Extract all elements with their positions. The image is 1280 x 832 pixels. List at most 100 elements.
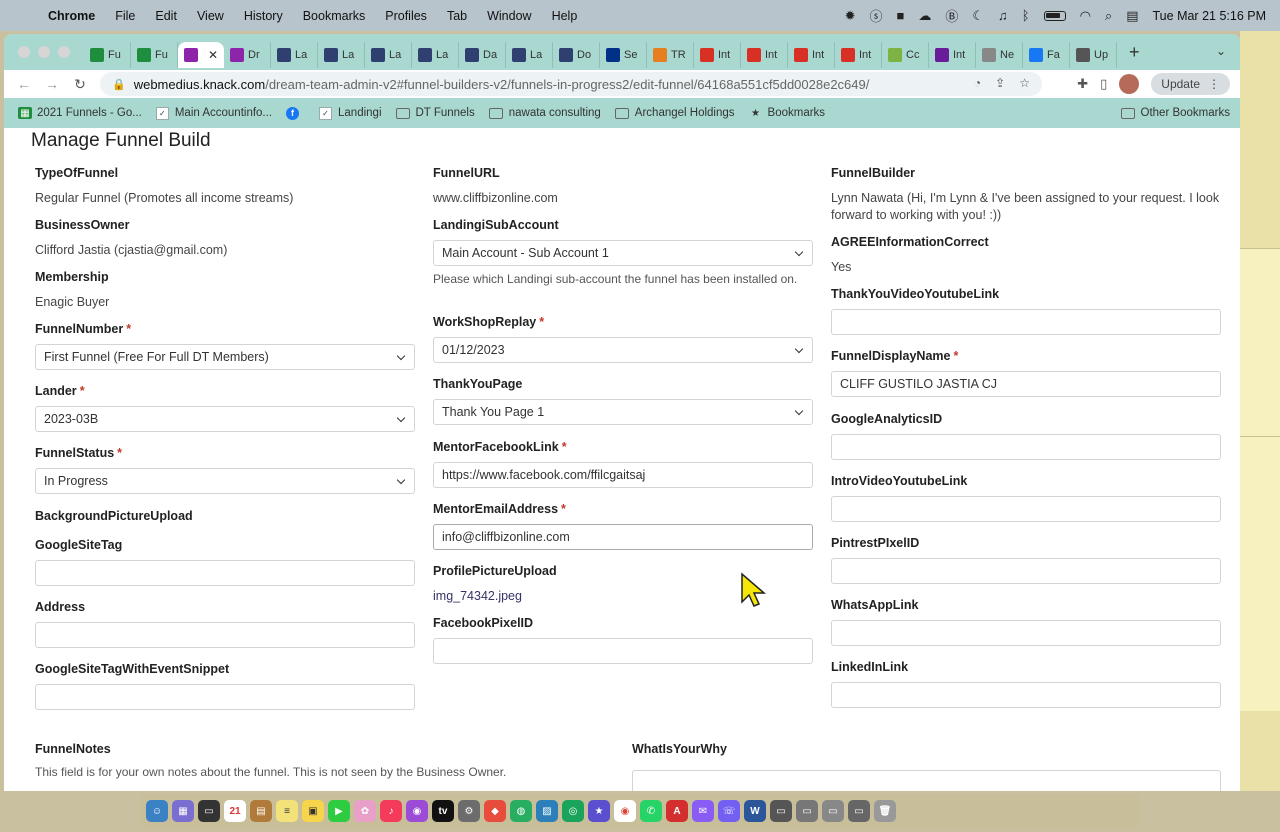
- bluetooth-icon[interactable]: ᛒ: [1022, 8, 1030, 23]
- menu-bookmarks[interactable]: Bookmarks: [303, 9, 366, 23]
- browser-tab[interactable]: Da: [459, 42, 506, 68]
- control-center-icon[interactable]: ▤: [1126, 8, 1138, 24]
- new-tab-button[interactable]: +: [1129, 42, 1140, 63]
- minimized-window-icon[interactable]: ▭: [796, 800, 818, 822]
- menu-history[interactable]: History: [244, 9, 283, 23]
- what-is-your-why-textarea[interactable]: [632, 770, 1221, 791]
- music-icon[interactable]: ♪: [380, 800, 402, 822]
- funnel-status-select[interactable]: In Progress: [35, 468, 415, 494]
- bookmark-facebook[interactable]: f: [286, 106, 305, 120]
- update-button[interactable]: Update ⋮: [1151, 73, 1230, 95]
- browser-tab[interactable]: Int: [788, 42, 835, 68]
- minimized-window-icon[interactable]: ▭: [770, 800, 792, 822]
- browser-tab[interactable]: Do: [553, 42, 600, 68]
- word-icon[interactable]: W: [744, 800, 766, 822]
- back-button[interactable]: ←: [10, 76, 38, 92]
- menu-window[interactable]: Window: [487, 9, 531, 23]
- pinterest-pixel-id-input[interactable]: [831, 558, 1221, 584]
- mentor-facebook-link-input[interactable]: https://www.facebook.com/ffilcgaitsaj: [433, 462, 813, 488]
- chrome-icon[interactable]: ◉: [614, 800, 636, 822]
- mission-control-icon[interactable]: ▭: [198, 800, 220, 822]
- lander-select[interactable]: 2023-03B: [35, 406, 415, 432]
- browser-tab[interactable]: La: [506, 42, 553, 68]
- search-icon[interactable]: ⌕: [1105, 8, 1112, 24]
- browser-tab[interactable]: La: [318, 42, 365, 68]
- preview-icon[interactable]: ▨: [536, 800, 558, 822]
- settings-icon[interactable]: ⚙: [458, 800, 480, 822]
- browser-tab[interactable]: Fa: [1023, 42, 1070, 68]
- profile-avatar[interactable]: [1119, 74, 1140, 94]
- bookmark-dt-funnels[interactable]: DT Funnels: [395, 107, 475, 119]
- menu-profiles[interactable]: Profiles: [385, 9, 427, 23]
- moon-icon[interactable]: ☾: [972, 8, 984, 24]
- landingi-sub-account-select[interactable]: Main Account - Sub Account 1: [433, 240, 813, 266]
- bookmark-other-bookmarks[interactable]: Other Bookmarks: [1120, 98, 1230, 128]
- star-app-icon[interactable]: ★: [588, 800, 610, 822]
- performance-icon[interactable]: ◔: [974, 76, 981, 90]
- share-icon[interactable]: ⇪: [995, 76, 1005, 90]
- thank-you-page-select[interactable]: Thank You Page 1: [433, 399, 813, 425]
- acrobat-icon[interactable]: A: [666, 800, 688, 822]
- address-input[interactable]: [35, 622, 415, 648]
- mentor-email-address-input[interactable]: info@cliffbizonline.com: [433, 524, 813, 550]
- calendar-icon[interactable]: 21: [224, 800, 246, 822]
- browser-tab[interactable]: TR: [647, 42, 694, 68]
- browser-tab[interactable]: Int: [929, 42, 976, 68]
- bookmark-landingi[interactable]: ✓ Landingi: [319, 106, 382, 120]
- linkedin-link-input[interactable]: [831, 682, 1221, 708]
- trash-icon[interactable]: 🗑: [874, 800, 896, 822]
- browser-tab[interactable]: Ne: [976, 42, 1023, 68]
- notes-icon[interactable]: ≡: [276, 800, 298, 822]
- intro-video-input[interactable]: [831, 496, 1221, 522]
- browser-tab[interactable]: Se: [600, 42, 647, 68]
- app-icon[interactable]: ◍: [510, 800, 532, 822]
- funnel-number-select[interactable]: First Funnel (Free For Full DT Members): [35, 344, 415, 370]
- app-icon[interactable]: ◎: [562, 800, 584, 822]
- tab-search-chevron-icon[interactable]: ⌄: [1216, 44, 1226, 58]
- browser-tab[interactable]: Fu: [131, 42, 178, 68]
- address-bar[interactable]: 🔒 webmedius.knack.com/dream-team-admin-v…: [100, 72, 1042, 96]
- workshop-replay-select[interactable]: 01/12/2023: [433, 337, 813, 363]
- minimize-window-button[interactable]: [38, 46, 50, 58]
- browser-tab[interactable]: La: [412, 42, 459, 68]
- browser-tab[interactable]: Up: [1070, 42, 1117, 68]
- close-tab-icon[interactable]: ✕: [208, 48, 218, 62]
- battery-icon[interactable]: [1043, 10, 1066, 21]
- menu-tab[interactable]: Tab: [447, 9, 467, 23]
- reload-button[interactable]: ↻: [66, 76, 94, 93]
- stickies-icon[interactable]: ▣: [302, 800, 324, 822]
- bookmark-bookmarks[interactable]: ★ Bookmarks: [749, 107, 825, 119]
- finder-icon[interactable]: ☺: [146, 800, 168, 822]
- google-site-tag-event-input[interactable]: [35, 684, 415, 710]
- launchpad-icon[interactable]: ▦: [172, 800, 194, 822]
- browser-tab[interactable]: La: [365, 42, 412, 68]
- google-site-tag-input[interactable]: [35, 560, 415, 586]
- funnel-display-name-input[interactable]: CLIFF GUSTILO JASTIA CJ: [831, 371, 1221, 397]
- whatsapp-icon[interactable]: ✆: [640, 800, 662, 822]
- minimized-window-icon[interactable]: ▭: [822, 800, 844, 822]
- lock-icon[interactable]: 🔒: [112, 78, 126, 91]
- app-icon[interactable]: ◆: [484, 800, 506, 822]
- bookmark-2021-funnels[interactable]: ▦ 2021 Funnels - Go...: [18, 107, 142, 119]
- bookmark-star-icon[interactable]: ☆: [1019, 76, 1030, 90]
- bookmark-main-accountinfo[interactable]: ✓ Main Accountinfo...: [155, 106, 272, 120]
- brightness-icon[interactable]: ✹: [845, 8, 856, 24]
- browser-tab[interactable]: Cc: [882, 42, 929, 68]
- menu-view[interactable]: View: [197, 9, 224, 23]
- thank-you-video-input[interactable]: [831, 309, 1221, 335]
- close-window-button[interactable]: [18, 46, 30, 58]
- browser-tab[interactable]: Dr: [224, 42, 271, 68]
- whatsapp-link-input[interactable]: [831, 620, 1221, 646]
- wifi-icon[interactable]: ◠: [1080, 8, 1091, 24]
- menubar-clock[interactable]: Tue Mar 21 5:16 PM: [1153, 9, 1266, 23]
- apple-tv-icon[interactable]: tv: [432, 800, 454, 822]
- minimized-window-icon[interactable]: ▭: [848, 800, 870, 822]
- browser-tab[interactable]: Int: [835, 42, 882, 68]
- forward-button[interactable]: →: [38, 76, 66, 92]
- facetime-icon[interactable]: ▶: [328, 800, 350, 822]
- menu-app-name[interactable]: Chrome: [48, 9, 95, 23]
- podcasts-icon[interactable]: ◉: [406, 800, 428, 822]
- browser-tab[interactable]: Int: [694, 42, 741, 68]
- browser-tab[interactable]: Fu: [84, 42, 131, 68]
- app-status-icon[interactable]: ■: [897, 8, 905, 23]
